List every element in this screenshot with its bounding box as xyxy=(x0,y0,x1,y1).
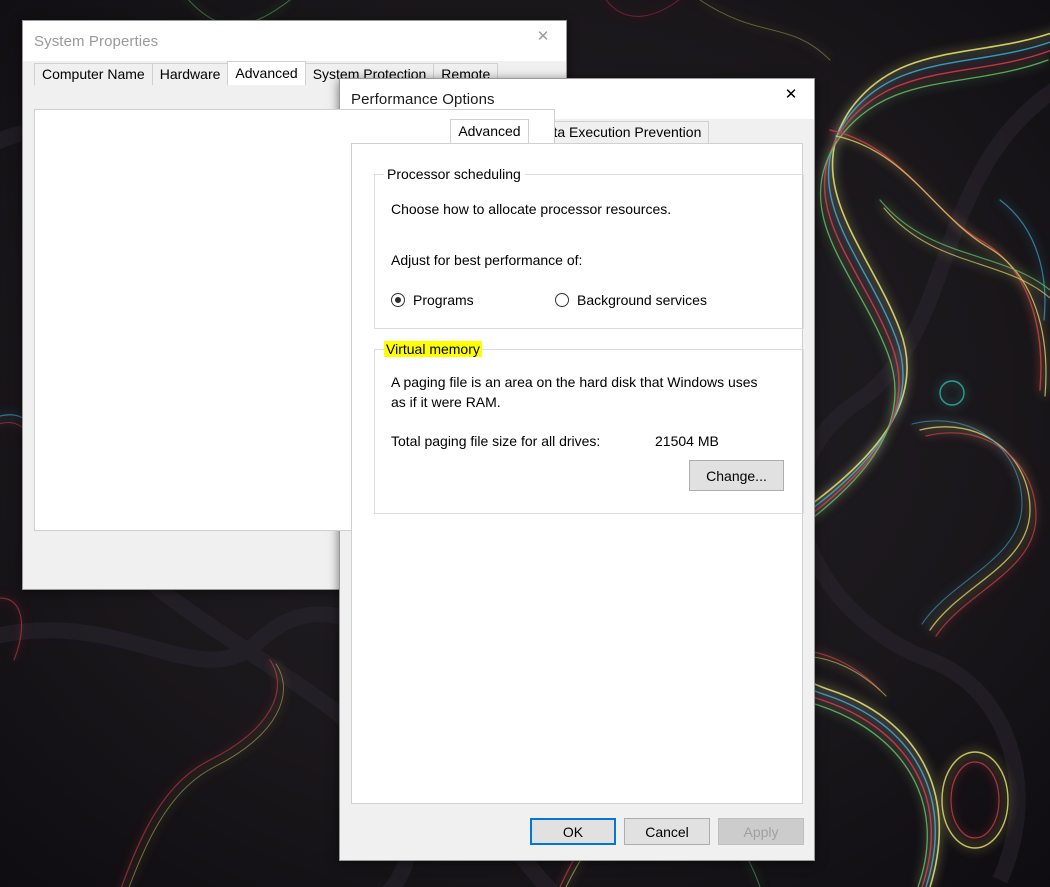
virtual-memory-description-line1: A paging file is an area on the hard dis… xyxy=(391,374,758,390)
radio-icon[interactable] xyxy=(391,293,405,307)
cancel-button[interactable]: Cancel xyxy=(624,818,710,845)
close-icon[interactable]: ✕ xyxy=(768,79,814,109)
virtual-memory-description-line2: as if it were RAM. xyxy=(391,394,501,410)
processor-scheduling-prompt: Adjust for best performance of: xyxy=(391,252,583,268)
performance-options-tab-panel: Processor scheduling Choose how to alloc… xyxy=(351,143,804,804)
performance-options-footer: OK Cancel Apply xyxy=(340,804,814,860)
performance-options-title: Performance Options xyxy=(351,90,495,108)
total-paging-file-size-label: Total paging file size for all drives: xyxy=(391,433,601,449)
ok-button[interactable]: OK xyxy=(530,818,616,845)
system-properties-title: System Properties xyxy=(34,32,159,50)
apply-button: Apply xyxy=(718,818,804,845)
radio-programs-label: Programs xyxy=(413,292,474,308)
tab-advanced[interactable]: Advanced xyxy=(227,61,306,85)
tab-advanced[interactable]: Advanced xyxy=(450,119,529,143)
tab-hardware[interactable]: Hardware xyxy=(151,63,229,85)
total-paging-file-size-value: 21504 MB xyxy=(655,433,719,449)
virtual-memory-group: Virtual memory A paging file is an area … xyxy=(374,341,804,514)
processor-scheduling-legend: Processor scheduling xyxy=(384,166,525,182)
tab-computer-name[interactable]: Computer Name xyxy=(34,63,153,85)
system-properties-titlebar[interactable]: System Properties ✕ xyxy=(23,21,566,61)
virtual-memory-legend: Virtual memory xyxy=(384,341,482,357)
close-icon[interactable]: ✕ xyxy=(520,21,566,51)
change-button[interactable]: Change... xyxy=(689,460,784,491)
radio-background-services[interactable]: Background services xyxy=(555,292,707,308)
processor-scheduling-group: Processor scheduling Choose how to alloc… xyxy=(374,166,804,329)
performance-options-dialog[interactable]: Performance Options ✕ Visual Effects Adv… xyxy=(339,78,815,861)
radio-icon[interactable] xyxy=(555,293,569,307)
processor-scheduling-description: Choose how to allocate processor resourc… xyxy=(391,201,672,217)
radio-programs[interactable]: Programs xyxy=(391,292,474,308)
radio-background-services-label: Background services xyxy=(577,292,707,308)
